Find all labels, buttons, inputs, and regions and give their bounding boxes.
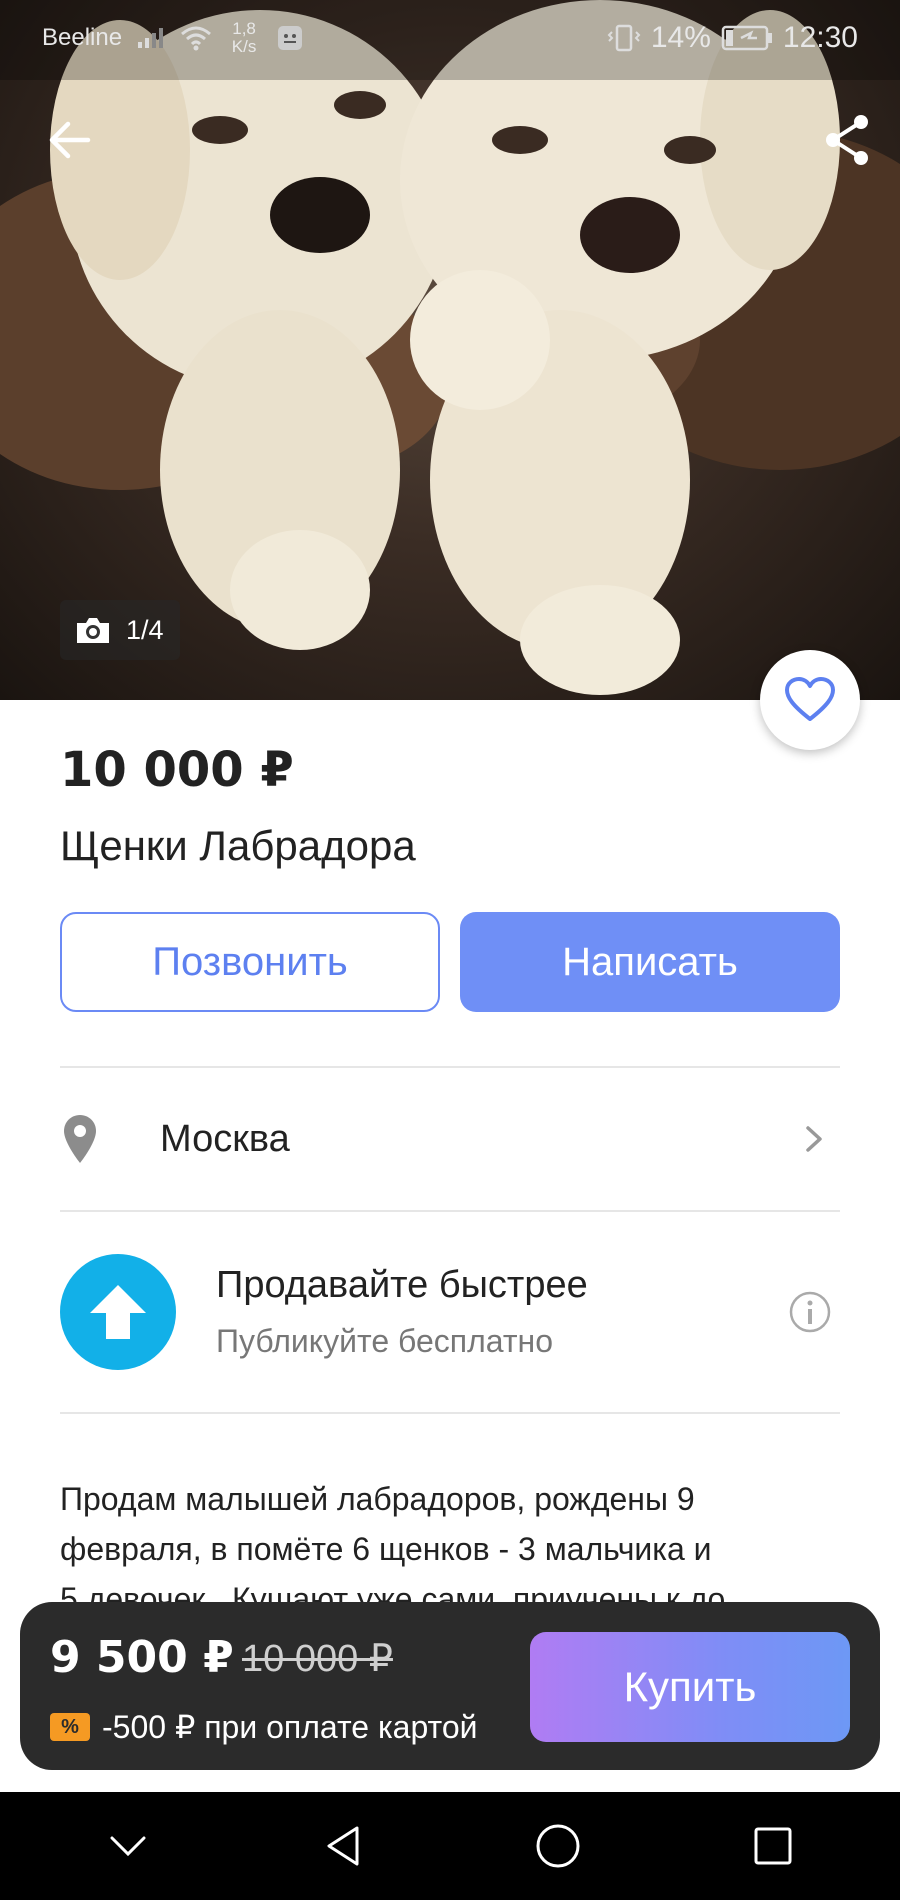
- buy-button[interactable]: Купить: [530, 1632, 850, 1742]
- battery-percent: 14%: [650, 21, 711, 54]
- nav-home-button[interactable]: [518, 1806, 598, 1886]
- camera-icon: [77, 618, 109, 643]
- listing-photo[interactable]: Beeline 1,8 K/s 14% 12:30 1/4: [0, 0, 900, 700]
- share-icon: [826, 115, 868, 165]
- divider: [60, 1412, 840, 1414]
- discount-badge-icon: %: [50, 1713, 90, 1741]
- carrier-name: Beeline: [42, 24, 123, 51]
- status-bar: Beeline 1,8 K/s 14% 12:30: [0, 0, 900, 76]
- triangle-back-icon: [327, 1826, 358, 1866]
- nav-recents-button[interactable]: [733, 1806, 813, 1886]
- message-button[interactable]: Написать: [460, 912, 840, 1012]
- description-line: февраля, в помёте 6 щенков - 3 мальчика …: [60, 1531, 712, 1567]
- clock: 12:30: [782, 21, 858, 54]
- original-price: 10 000 ₽: [242, 1638, 393, 1680]
- heart-icon: [785, 677, 835, 721]
- contact-actions: Позвонить Написать: [60, 912, 840, 1012]
- net-speed-unit: K/s: [231, 37, 257, 56]
- listing-price: 10 000 ₽: [60, 742, 294, 798]
- listing-title: Щенки Лабрадора: [60, 822, 416, 869]
- wifi-icon: [181, 26, 212, 51]
- card-discount: % -500 ₽ при оплате картой: [50, 1708, 478, 1746]
- share-button[interactable]: [818, 110, 878, 170]
- circle-home-icon: [536, 1824, 579, 1868]
- battery-icon: [721, 25, 772, 51]
- location-city: Москва: [160, 1117, 290, 1160]
- chevron-down-icon: [110, 1836, 145, 1857]
- location-pin-icon: [64, 1115, 96, 1163]
- signal-icon: [138, 28, 164, 48]
- square-recents-icon: [754, 1827, 791, 1865]
- back-button[interactable]: [40, 110, 100, 170]
- discount-text: -500 ₽ при оплате картой: [102, 1709, 478, 1745]
- nav-back-button[interactable]: [303, 1806, 383, 1886]
- puppies-photo: [0, 0, 900, 695]
- call-button[interactable]: Позвонить: [60, 912, 440, 1012]
- promo-subtitle: Публикуйте бесплатно: [216, 1323, 553, 1359]
- photo-counter-text: 1/4: [126, 614, 164, 645]
- promo-row[interactable]: Продавайте быстрее Публикуйте бесплатно: [60, 1212, 840, 1412]
- info-icon[interactable]: [788, 1290, 832, 1334]
- description-line: Продам малышей лабрадоров, рождены 9: [60, 1481, 695, 1517]
- listing-content: 10 000 ₽ Щенки Лабрадора Позвонить Напис…: [60, 700, 840, 1624]
- favorite-button[interactable]: [760, 650, 860, 750]
- notification-app-icon: [278, 26, 303, 50]
- discounted-price: 9 500 ₽: [50, 1632, 234, 1683]
- purchase-bar: 9 500 ₽ 10 000 ₽ % -500 ₽ при оплате кар…: [20, 1602, 880, 1770]
- system-nav-bar: [0, 1792, 900, 1900]
- arrow-left-icon: [49, 121, 91, 159]
- photo-counter: 1/4: [60, 600, 180, 660]
- net-speed: 1,8 K/s: [226, 20, 262, 56]
- nav-collapse-button[interactable]: [88, 1806, 168, 1886]
- net-speed-value: 1,8: [232, 19, 256, 38]
- location-row[interactable]: Москва: [60, 1068, 840, 1210]
- promo-title: Продавайте быстрее: [216, 1264, 588, 1306]
- vibrate-icon: [607, 24, 641, 52]
- chevron-right-icon: [806, 1126, 822, 1152]
- promo-badge: [60, 1254, 176, 1370]
- arrow-up-icon: [90, 1285, 146, 1339]
